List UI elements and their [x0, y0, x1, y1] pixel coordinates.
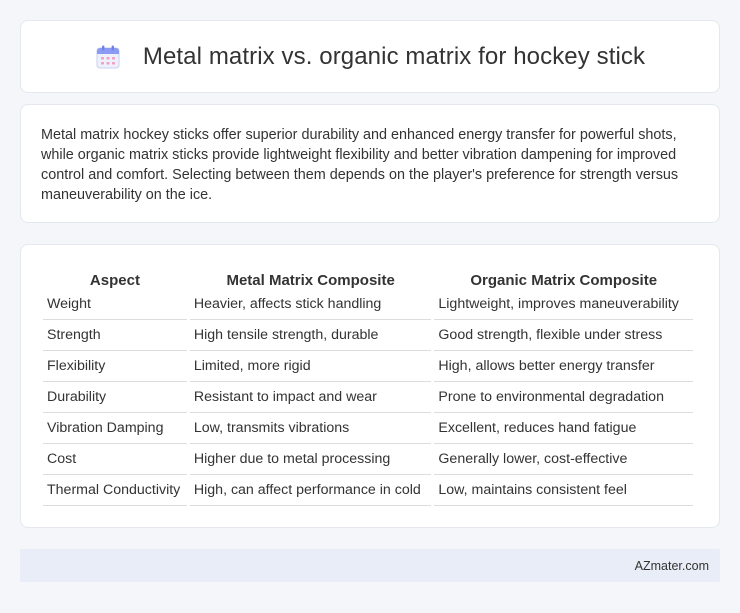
cell-organic: Excellent, reduces hand fatigue — [434, 413, 693, 444]
cell-organic: Lightweight, improves maneuverability — [434, 289, 693, 320]
cell-aspect: Weight — [43, 289, 187, 320]
cell-aspect: Flexibility — [43, 351, 187, 382]
cell-organic: Prone to environmental degradation — [434, 382, 693, 413]
table-row: Vibration Damping Low, transmits vibrati… — [43, 413, 693, 444]
cell-metal: Heavier, affects stick handling — [189, 289, 432, 320]
cell-aspect: Cost — [43, 444, 187, 475]
table-row: Durability Resistant to impact and wear … — [43, 382, 693, 413]
table-row: Strength High tensile strength, durable … — [43, 320, 693, 351]
cell-metal: Limited, more rigid — [189, 351, 432, 382]
table-header-row: Aspect Metal Matrix Composite Organic Ma… — [43, 267, 693, 289]
cell-metal: Low, transmits vibrations — [189, 413, 432, 444]
cell-aspect: Vibration Damping — [43, 413, 187, 444]
cell-metal: Higher due to metal processing — [189, 444, 432, 475]
footer: AZmater.com — [20, 549, 720, 582]
title-card: Metal matrix vs. organic matrix for hock… — [20, 20, 720, 93]
comparison-table-card: Aspect Metal Matrix Composite Organic Ma… — [20, 244, 720, 528]
summary-card: Metal matrix hockey sticks offer superio… — [20, 104, 720, 223]
header-metal-matrix: Metal Matrix Composite — [226, 272, 395, 289]
footer-brand[interactable]: AZmater.com — [635, 559, 709, 573]
summary-text: Metal matrix hockey sticks offer superio… — [41, 127, 679, 203]
cell-aspect: Thermal Conductivity — [43, 475, 187, 506]
table-row: Cost Higher due to metal processing Gene… — [43, 444, 693, 475]
table-row: Thermal Conductivity High, can affect pe… — [43, 475, 693, 506]
cell-organic: High, allows better energy transfer — [434, 351, 693, 382]
header-aspect: Aspect — [89, 272, 140, 289]
comparison-table: Aspect Metal Matrix Composite Organic Ma… — [40, 267, 696, 506]
cell-organic: Low, maintains consistent feel — [434, 475, 693, 506]
cell-organic: Generally lower, cost-effective — [434, 444, 693, 475]
header-organic-matrix: Organic Matrix Composite — [470, 272, 658, 289]
cell-metal: High tensile strength, durable — [189, 320, 432, 351]
cell-organic: Good strength, flexible under stress — [434, 320, 693, 351]
table-row: Weight Heavier, affects stick handling L… — [43, 289, 693, 320]
cell-metal: Resistant to impact and wear — [189, 382, 432, 413]
cell-aspect: Strength — [43, 320, 187, 351]
table-row: Flexibility Limited, more rigid High, al… — [43, 351, 693, 382]
cell-metal: High, can affect performance in cold — [189, 475, 432, 506]
page-title: Metal matrix vs. organic matrix for hock… — [142, 42, 646, 70]
calendar-icon — [96, 45, 120, 68]
title-wrap: Metal matrix vs. organic matrix for hock… — [95, 43, 645, 71]
cell-aspect: Durability — [43, 382, 187, 413]
